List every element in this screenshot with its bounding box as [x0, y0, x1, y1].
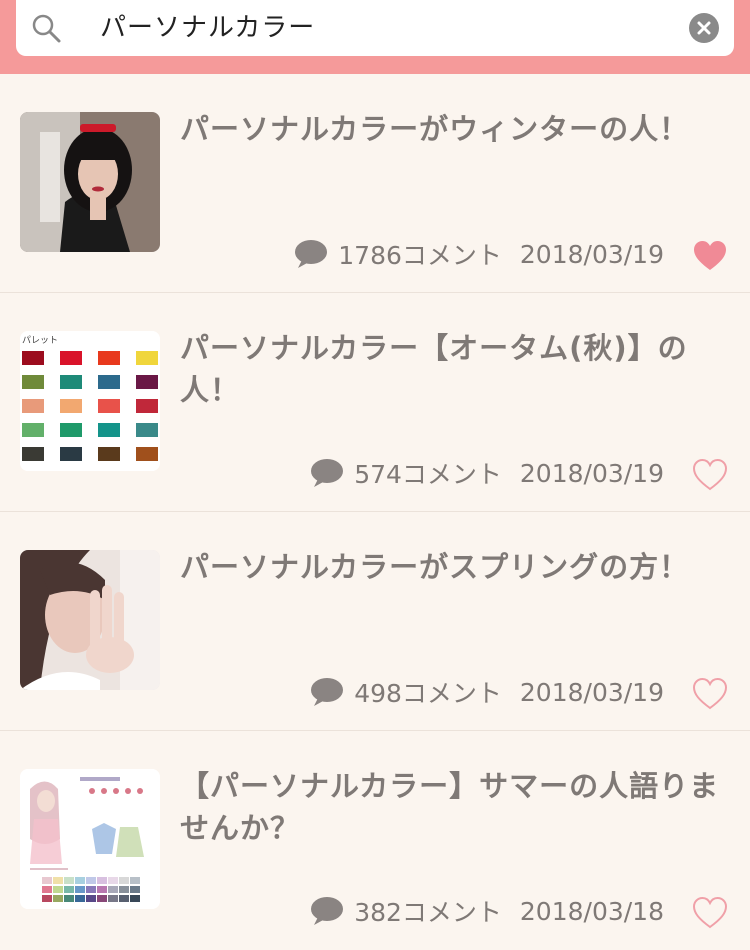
list-item[interactable]: パーソナルカラーがウィンターの人！ 1786コメント 2018/03/19	[0, 74, 750, 293]
palette-swatch	[98, 351, 120, 365]
palette-swatch	[60, 399, 82, 413]
palette-swatch	[136, 375, 158, 389]
palette-swatch	[136, 423, 158, 437]
palette-swatch	[136, 447, 158, 461]
thread-meta: 498コメント 2018/03/19	[310, 674, 664, 710]
thread-title[interactable]: パーソナルカラー【オータム(秋)】の人！	[180, 327, 730, 411]
thread-meta: 1786コメント 2018/03/19	[294, 236, 664, 272]
palette-swatch	[136, 399, 158, 413]
palette-swatch	[60, 351, 82, 365]
comment-bubble-icon	[311, 459, 344, 487]
palette-swatch	[22, 351, 44, 365]
search-icon	[32, 14, 61, 43]
palette-swatch	[22, 399, 44, 413]
heart-outline-icon[interactable]	[693, 678, 727, 710]
palette-swatch	[60, 375, 82, 389]
thumbnail-image: パレット	[20, 331, 160, 471]
post-date: 2018/03/19	[519, 239, 664, 269]
palette-swatch	[98, 447, 120, 461]
search-header: パーソナルカラー	[0, 0, 750, 74]
palette-swatch	[98, 375, 120, 389]
post-date: 2018/03/19	[519, 677, 664, 707]
comment-count: 498コメント	[354, 679, 502, 708]
palette-swatch	[60, 447, 82, 461]
palette-swatch	[22, 423, 44, 437]
clear-search-icon[interactable]	[689, 13, 719, 43]
thread-title[interactable]: パーソナルカラーがスプリングの方！	[180, 546, 730, 588]
list-item[interactable]: パーソナルカラーがスプリングの方！ 498コメント 2018/03/19	[0, 512, 750, 731]
post-date: 2018/03/18	[519, 896, 664, 926]
palette-label: パレット	[22, 335, 58, 346]
palette-swatch	[22, 375, 44, 389]
post-date: 2018/03/19	[519, 458, 664, 488]
thread-title[interactable]: 【パーソナルカラー】サマーの人語りませんか？	[180, 765, 730, 849]
palette-swatch	[98, 399, 120, 413]
palette-swatch	[22, 447, 44, 461]
palette-swatch	[98, 423, 120, 437]
palette-swatch	[136, 351, 158, 365]
comment-count: 382コメント	[354, 898, 502, 927]
palette-swatch	[60, 423, 82, 437]
thumbnail-image	[20, 112, 160, 252]
thumbnail-image	[20, 550, 160, 690]
thread-title[interactable]: パーソナルカラーがウィンターの人！	[180, 108, 730, 150]
list-item[interactable]: パレット パーソナルカラー【オータム(秋)】の人！ 574コメント 2018/0…	[0, 293, 750, 512]
heart-filled-icon[interactable]	[693, 240, 727, 272]
search-box[interactable]: パーソナルカラー	[16, 0, 734, 56]
thread-meta: 382コメント 2018/03/18	[310, 893, 664, 929]
comment-bubble-icon	[311, 897, 344, 925]
comment-count: 574コメント	[354, 460, 502, 489]
comment-count: 1786コメント	[338, 241, 502, 270]
heart-outline-icon[interactable]	[693, 897, 727, 929]
list-item[interactable]: 【パーソナルカラー】サマーの人語りませんか？ 382コメント 2018/03/1…	[0, 731, 750, 950]
heart-outline-icon[interactable]	[693, 459, 727, 491]
search-input[interactable]: パーソナルカラー	[100, 6, 680, 50]
thread-meta: 574コメント 2018/03/19	[310, 455, 664, 491]
comment-bubble-icon	[311, 678, 344, 706]
comment-bubble-icon	[295, 240, 328, 268]
thumbnail-image	[20, 769, 160, 909]
